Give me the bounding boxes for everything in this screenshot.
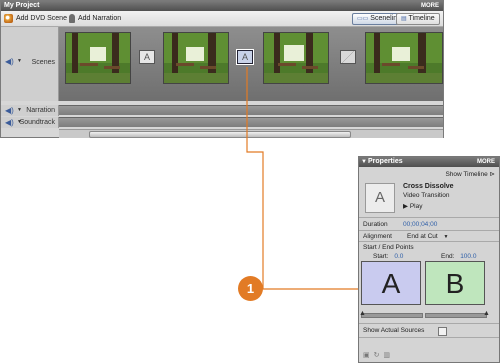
- play-icon: ▶: [403, 203, 408, 210]
- properties-more-menu[interactable]: MORE: [477, 157, 495, 167]
- transition-thumbnail-glyph: A: [374, 189, 385, 206]
- alignment-value: End at Cut: [407, 233, 438, 240]
- show-actual-sources-checkbox[interactable]: [438, 327, 447, 336]
- end-slider[interactable]: [425, 313, 487, 318]
- duration-value[interactable]: 00;00;04;00: [403, 221, 437, 228]
- play-label: Play: [409, 203, 423, 210]
- start-value[interactable]: 0.0: [394, 253, 403, 260]
- end-slider-handle[interactable]: ▲: [483, 310, 490, 317]
- end-row: End: 100.0: [441, 253, 476, 260]
- divider: [359, 241, 499, 242]
- end-preview-letter: B: [445, 268, 465, 299]
- chevron-down-icon: ▼: [443, 234, 449, 240]
- show-timeline-link[interactable]: Show Timeline ⊳: [359, 170, 499, 178]
- panel-footer-icons: ▣ ↻ ▥: [363, 351, 390, 359]
- show-timeline-label: Show Timeline: [445, 171, 488, 178]
- start-end-label: Start / End Points: [363, 244, 414, 251]
- refresh-icon[interactable]: ↻: [374, 352, 380, 359]
- collapse-triangle-icon[interactable]: ▼: [361, 157, 367, 167]
- divider: [359, 230, 499, 231]
- divider: [359, 337, 499, 338]
- end-value[interactable]: 100.0: [460, 253, 476, 260]
- alignment-dropdown[interactable]: End at Cut ▼: [407, 233, 448, 240]
- transition-thumbnail: A: [365, 183, 395, 213]
- end-preview-b: B: [425, 261, 485, 305]
- start-slider[interactable]: [361, 313, 423, 318]
- effect-name: Cross Dissolve: [403, 183, 454, 190]
- play-button[interactable]: ▶ Play: [403, 202, 422, 210]
- alignment-label: Alignment: [363, 233, 392, 240]
- effect-type: Video Transition: [403, 192, 450, 199]
- trash-icon[interactable]: ▥: [383, 352, 390, 359]
- properties-title: Properties: [368, 158, 403, 165]
- callout-number: 1: [238, 276, 263, 301]
- start-preview-letter: A: [381, 268, 401, 299]
- start-slider-handle[interactable]: ▲: [359, 310, 366, 317]
- clapper-icon[interactable]: ▣: [363, 352, 370, 359]
- start-label: Start:: [373, 253, 389, 260]
- end-label: End:: [441, 253, 455, 260]
- arrow-right-icon: ⊳: [489, 171, 495, 178]
- show-actual-sources-label: Show Actual Sources: [363, 327, 425, 334]
- divider: [359, 323, 499, 324]
- start-row: Start: 0.0: [373, 253, 403, 260]
- duration-label: Duration: [363, 221, 388, 228]
- start-preview-a: A: [361, 261, 421, 305]
- properties-panel: ▼ Properties MORE Show Timeline ⊳ A Cros…: [358, 156, 500, 363]
- properties-title-bar: ▼ Properties MORE: [359, 157, 499, 167]
- divider: [359, 217, 499, 218]
